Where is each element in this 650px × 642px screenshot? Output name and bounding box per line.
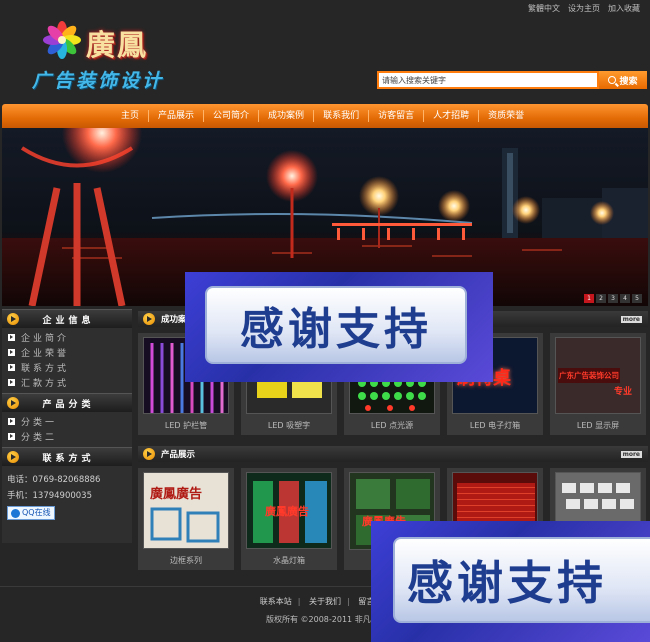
case-photo: 广东广告装饰公司 专业	[555, 337, 641, 414]
sidebar-item-category-1[interactable]: 分类一	[2, 414, 132, 429]
search-icon	[608, 76, 617, 84]
nav-guestbook[interactable]: 访客留言	[369, 110, 425, 122]
thanks-overlay-2: 感谢支持	[371, 521, 650, 642]
product-photo: 廣鳳廣告	[143, 472, 229, 549]
case-caption: LED 护栏管	[164, 421, 208, 430]
sidebar-item-label: 分类二	[21, 433, 58, 443]
display-photo-text-2: 专业	[614, 387, 633, 397]
slide-1-button[interactable]: 1	[584, 294, 594, 303]
qq-online-button[interactable]: QQ在线	[7, 506, 55, 520]
top-link-add-favorite[interactable]: 加入收藏	[608, 3, 640, 14]
case-caption: LED 吸塑字	[267, 421, 311, 430]
site-logo[interactable]: 廣鳳 广告装饰设计	[32, 18, 198, 98]
contact-box: 电话：0769-82068886 手机：13794900035 QQ在线	[2, 466, 132, 543]
company-info-header: 企业信息	[2, 309, 132, 328]
logo-name: 廣鳳	[86, 28, 149, 62]
sidebar-item-category-2[interactable]: 分类二	[2, 429, 132, 444]
slide-5-button[interactable]: 5	[632, 294, 642, 303]
case-caption: LED 点光源	[370, 421, 414, 430]
product-categories-header: 产品分类	[2, 393, 132, 412]
footer-separator: |	[347, 597, 350, 606]
qq-icon	[11, 508, 20, 518]
sidebar-item-label: 分类一	[21, 418, 58, 428]
product-caption: 边框系列	[170, 556, 202, 565]
thanks-overlay-text: 感谢支持	[205, 286, 467, 364]
bullet-icon	[8, 433, 15, 440]
sidebar-item-contact-info[interactable]: 联系方式	[2, 360, 132, 375]
contact-title: 联系方式	[42, 453, 95, 464]
bullet-icon	[8, 418, 15, 425]
case-card-led-display[interactable]: 广东广告装饰公司 专业 LED 显示屏	[550, 333, 646, 435]
product-categories-list: 分类一 分类二	[2, 412, 132, 447]
arrow-icon	[7, 313, 19, 325]
top-link-traditional-chinese[interactable]: 繁體中文	[528, 3, 560, 14]
slide-2-button[interactable]: 2	[596, 294, 606, 303]
sidebar-item-label: 企业荣誉	[21, 349, 70, 359]
product-card-frame-series[interactable]: 廣鳳廣告 边框系列	[138, 468, 234, 570]
arrow-icon	[143, 313, 155, 325]
cases-more-link[interactable]: more	[620, 315, 642, 323]
bullet-icon	[8, 379, 15, 386]
display-photo-text-1: 广东广告装饰公司	[558, 368, 620, 383]
sidebar-item-label: 汇款方式	[21, 379, 70, 389]
search-button-label: 搜索	[619, 76, 638, 87]
product-categories-title: 产品分类	[42, 399, 95, 410]
search-button[interactable]: 搜索	[599, 71, 647, 89]
bullet-icon	[8, 364, 15, 371]
footer-separator: |	[297, 597, 301, 606]
contact-header: 联系方式	[2, 447, 132, 466]
search-input[interactable]	[377, 71, 599, 89]
company-info-title: 企业信息	[42, 315, 95, 326]
case-caption: LED 显示屏	[576, 421, 620, 430]
product-caption: 水晶灯箱	[273, 556, 305, 565]
top-link-set-homepage[interactable]: 设为主页	[568, 3, 600, 14]
thanks-overlay-2-text: 感谢支持	[393, 537, 650, 623]
product-photo-text: 廣鳳廣告	[265, 505, 309, 518]
nav-jobs[interactable]: 人才招聘	[424, 110, 480, 122]
main-nav: 主页 产品展示 公司简介 成功案例 联系我们 访客留言 人才招聘 资质荣誉	[2, 104, 648, 128]
bullet-icon	[8, 334, 15, 341]
sidebar-item-remittance[interactable]: 汇款方式	[2, 375, 132, 390]
sidebar-item-label: 联系方式	[21, 364, 70, 374]
qq-online-label: QQ在线	[22, 508, 51, 517]
top-links: 繁體中文 设为主页 加入收藏	[528, 3, 640, 14]
footer-link-contact[interactable]: 联系本站	[254, 597, 298, 606]
copyright: 版权所有 ©2008-2011 非凡	[266, 615, 371, 624]
logo-subtitle: 广告装饰设计	[32, 70, 165, 92]
sidebar-item-company-honors[interactable]: 企业荣誉	[2, 345, 132, 360]
cases-section-title: 成功案	[161, 315, 187, 325]
nav-home[interactable]: 主页	[112, 110, 150, 122]
product-card-crystal-lightbox[interactable]: 廣鳳廣告 水晶灯箱	[241, 468, 337, 570]
product-photo: 廣鳳廣告	[246, 472, 332, 549]
arrow-icon	[7, 397, 19, 409]
contact-mobile: 手机：13794900035	[7, 491, 92, 501]
footer-link-about[interactable]: 关于我们	[303, 597, 347, 606]
contact-phone: 电话：0769-82068886	[7, 475, 101, 485]
left-sidebar: 企业信息 企业简介 企业荣誉 联系方式 汇款方式 产品分类 分类一 分类二 联系…	[2, 309, 132, 543]
search-bar: 搜索	[377, 71, 647, 89]
frame-image	[150, 507, 220, 543]
products-section-header: 产品展示 more	[138, 446, 648, 462]
sidebar-item-label: 企业简介	[21, 334, 70, 344]
nav-products[interactable]: 产品展示	[149, 110, 205, 122]
slide-4-button[interactable]: 4	[620, 294, 630, 303]
flower-logo-icon	[43, 21, 81, 59]
thanks-overlay: 感谢支持	[185, 272, 493, 382]
products-more-link[interactable]: more	[620, 450, 642, 458]
case-caption: LED 电子灯箱	[469, 421, 521, 430]
products-section-title: 产品展示	[161, 450, 196, 460]
arrow-icon	[7, 451, 19, 463]
nav-contact[interactable]: 联系我们	[314, 110, 370, 122]
sidebar-item-company-intro[interactable]: 企业简介	[2, 330, 132, 345]
bullet-icon	[8, 349, 15, 356]
slide-pager: 1 2 3 4 5	[584, 294, 642, 303]
nav-cases[interactable]: 成功案例	[259, 110, 315, 122]
nav-honors[interactable]: 资质荣誉	[479, 110, 533, 122]
slide-3-button[interactable]: 3	[608, 294, 618, 303]
arrow-icon	[143, 448, 155, 460]
nav-about[interactable]: 公司简介	[204, 110, 260, 122]
company-info-list: 企业简介 企业荣誉 联系方式 汇款方式	[2, 328, 132, 393]
